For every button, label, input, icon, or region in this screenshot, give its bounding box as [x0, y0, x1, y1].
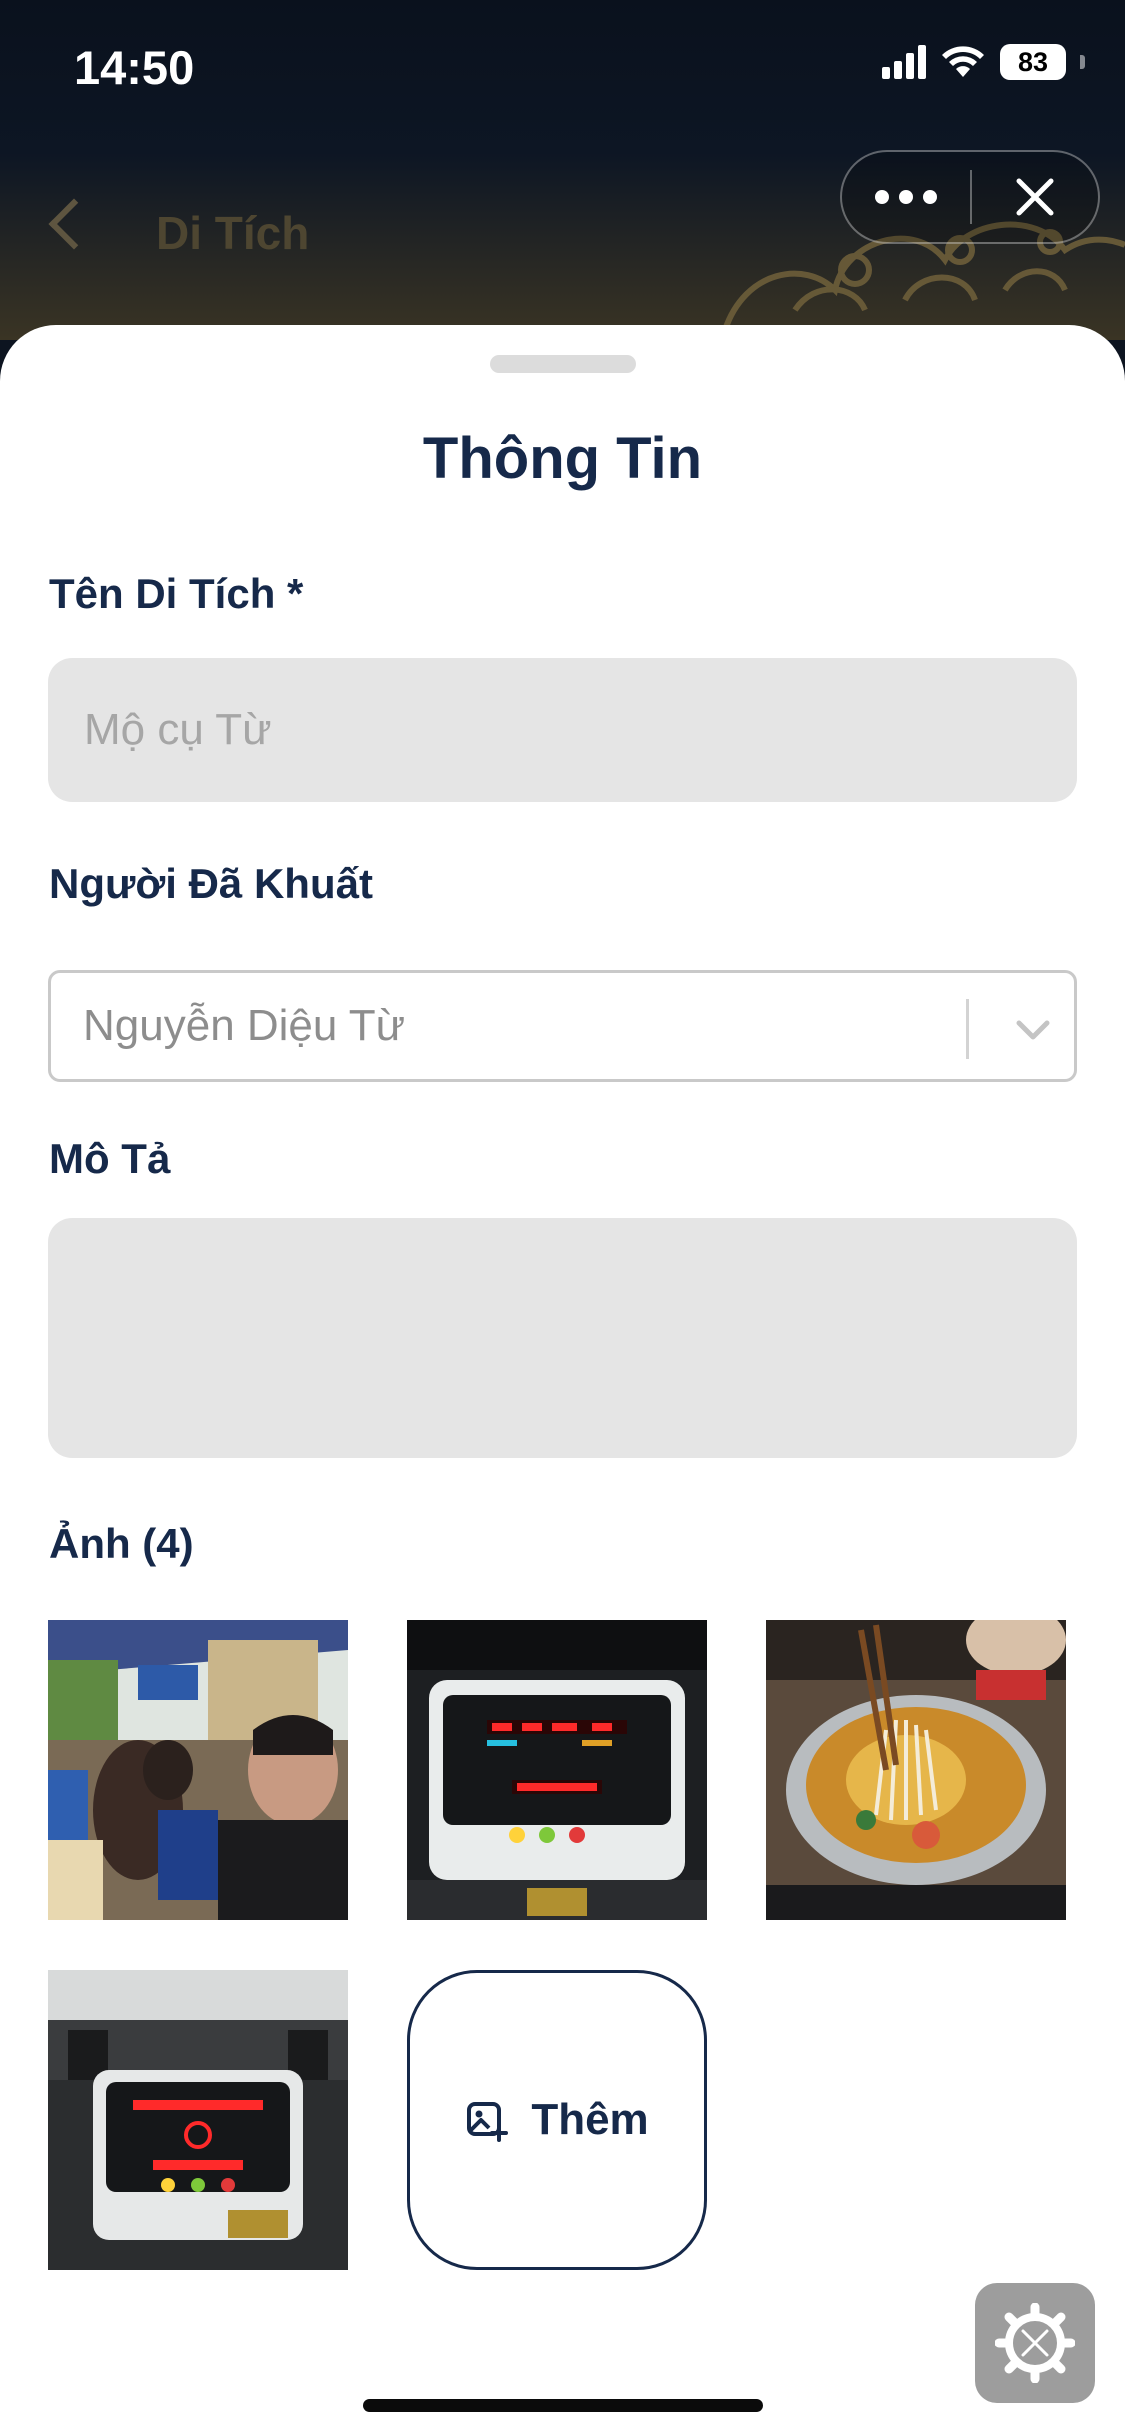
gym-treadmill-photo — [48, 1970, 348, 2270]
add-photo-label: Thêm — [531, 2095, 649, 2144]
photo-thumbnail[interactable] — [766, 1620, 1066, 1920]
photo-thumbnail[interactable] — [407, 1620, 707, 1920]
cellular-signal-icon — [882, 45, 926, 79]
photo-thumbnail[interactable] — [48, 1970, 348, 2270]
info-bottom-sheet: Thông Tin Tên Di Tích * Mộ cụ Từ Người Đ… — [0, 325, 1125, 2436]
description-input[interactable] — [48, 1218, 1077, 1458]
deceased-label: Người Đã Khuất — [49, 860, 373, 907]
screen: 14:50 83 Di Tích Thông Tin Tên Di Tích *… — [0, 0, 1125, 2436]
relic-name-input[interactable]: Mộ cụ Từ — [48, 658, 1077, 802]
settings-tools-icon — [995, 2303, 1075, 2383]
relic-name-placeholder: Mộ cụ Từ — [84, 705, 272, 754]
battery-tip — [1080, 55, 1085, 69]
mini-program-capsule — [840, 150, 1100, 244]
page-title: Di Tích — [156, 207, 310, 259]
header-background: 14:50 83 Di Tích — [0, 0, 1125, 340]
hotpot-photo — [766, 1620, 1066, 1920]
photo-thumbnail[interactable] — [48, 1620, 348, 1920]
sheet-grabber[interactable] — [490, 355, 636, 373]
home-indicator[interactable] — [363, 2399, 763, 2412]
close-icon — [1016, 178, 1054, 216]
select-separator — [966, 999, 969, 1059]
chevron-down-icon — [1016, 1020, 1050, 1040]
tools-button[interactable] — [975, 2283, 1095, 2403]
more-button[interactable] — [842, 152, 970, 242]
street-cafe-photo — [48, 1620, 348, 1920]
add-photo-button[interactable]: Thêm — [407, 1970, 707, 2270]
more-dots-icon — [875, 190, 889, 204]
back-arrow-icon[interactable] — [48, 198, 100, 250]
sheet-title: Thông Tin — [422, 426, 703, 491]
status-icons: 83 — [882, 44, 1085, 80]
photos-label: Ảnh (4) — [49, 1520, 194, 1567]
status-time: 14:50 — [74, 41, 195, 94]
description-label: Mô Tả — [49, 1135, 171, 1182]
relic-name-label: Tên Di Tích * — [49, 570, 304, 617]
close-button[interactable] — [972, 152, 1098, 242]
add-image-icon — [467, 2102, 509, 2142]
treadmill-console-photo — [407, 1620, 707, 1920]
deceased-select[interactable]: Nguyễn Diệu Từ — [48, 970, 1077, 1082]
battery-icon: 83 — [1000, 44, 1066, 80]
wifi-icon — [942, 46, 984, 77]
deceased-select-value: Nguyễn Diệu Từ — [83, 1001, 406, 1050]
